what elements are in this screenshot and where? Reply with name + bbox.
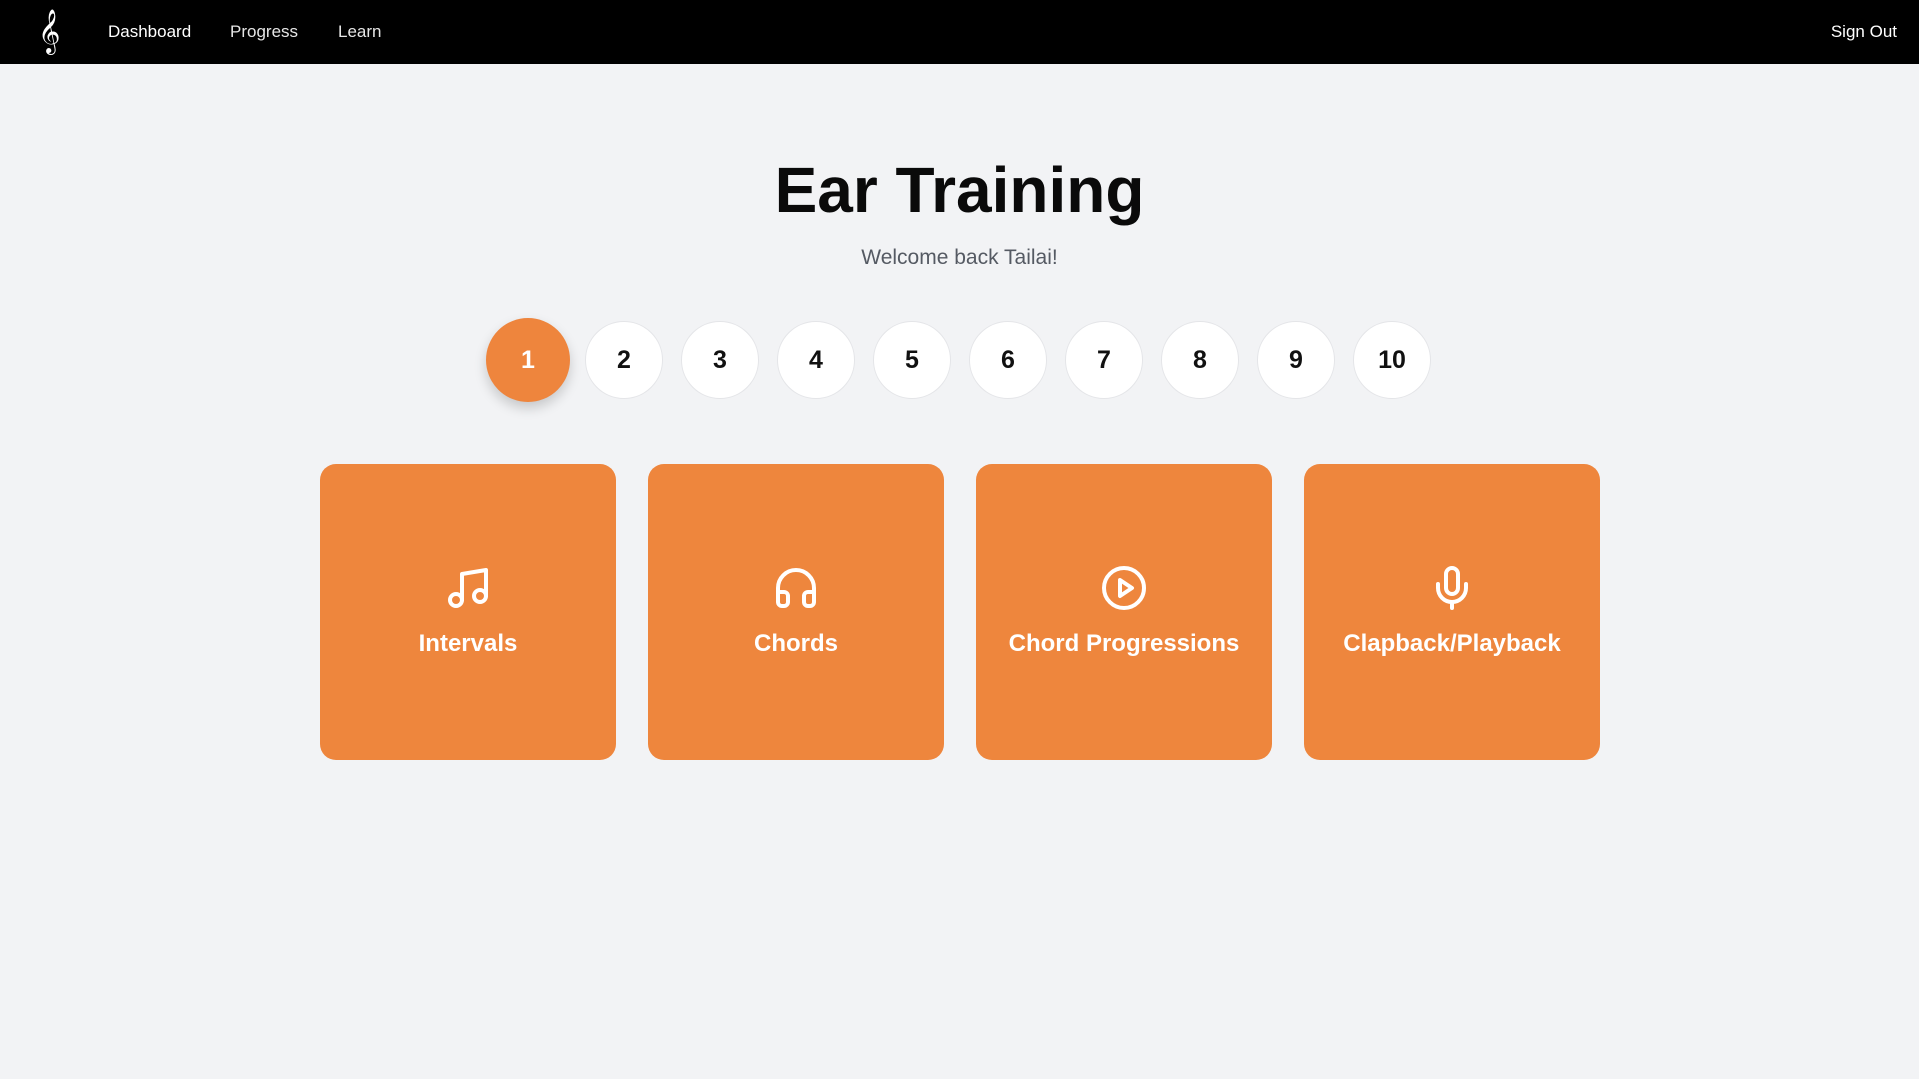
top-navbar: 𝄞 Dashboard Progress Learn Sign Out xyxy=(0,0,1919,64)
music-note-icon xyxy=(320,564,616,612)
card-label: Intervals xyxy=(418,630,518,657)
intervals-card[interactable]: Intervals xyxy=(320,464,616,760)
card-label: Clapback/Playback xyxy=(1343,630,1561,657)
treble-clef-icon[interactable]: 𝄞 xyxy=(38,10,60,52)
chords-card[interactable]: Chords xyxy=(648,464,944,760)
headphones-icon xyxy=(648,564,944,612)
level-button-8[interactable]: 8 xyxy=(1161,321,1239,399)
sign-out-button[interactable]: Sign Out xyxy=(1831,0,1897,64)
microphone-icon xyxy=(1304,564,1600,612)
level-button-2[interactable]: 2 xyxy=(585,321,663,399)
level-button-9[interactable]: 9 xyxy=(1257,321,1335,399)
level-button-10[interactable]: 10 xyxy=(1353,321,1431,399)
clapback-playback-card[interactable]: Clapback/Playback xyxy=(1304,464,1600,760)
welcome-message: Welcome back Tailai! xyxy=(861,246,1058,269)
level-button-1[interactable]: 1 xyxy=(486,318,570,402)
level-button-5[interactable]: 5 xyxy=(873,321,951,399)
chord-progressions-card[interactable]: Chord Progressions xyxy=(976,464,1272,760)
level-button-4[interactable]: 4 xyxy=(777,321,855,399)
page-title: Ear Training xyxy=(774,154,1145,226)
nav-dashboard[interactable]: Dashboard xyxy=(108,0,191,64)
nav-learn[interactable]: Learn xyxy=(338,0,381,64)
card-label: Chord Progressions xyxy=(1008,630,1240,657)
card-label: Chords xyxy=(754,630,838,657)
level-button-6[interactable]: 6 xyxy=(969,321,1047,399)
play-circle-icon xyxy=(976,564,1272,612)
level-selector: 1 2 3 4 5 6 7 8 9 10 xyxy=(0,318,1919,402)
level-button-7[interactable]: 7 xyxy=(1065,321,1143,399)
nav-progress[interactable]: Progress xyxy=(230,0,298,64)
level-button-3[interactable]: 3 xyxy=(681,321,759,399)
